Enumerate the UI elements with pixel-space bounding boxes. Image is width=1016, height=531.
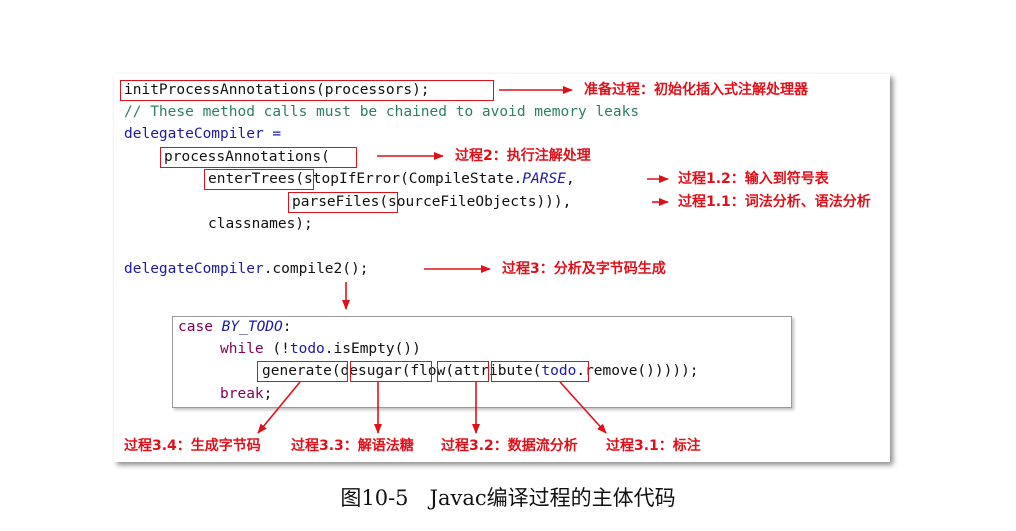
label-process33: 过程3.3：解语法糖 bbox=[291, 438, 414, 454]
label-process34: 过程3.4：生成字节码 bbox=[124, 438, 261, 454]
code-line-comment: // These method calls must be chained to… bbox=[124, 104, 640, 120]
highlight-process-annotations bbox=[160, 147, 357, 168]
code-line-delegate: delegateCompiler = bbox=[124, 126, 282, 142]
highlight-generate bbox=[257, 361, 348, 382]
label-process11: 过程1.1：词法分析、语法分析 bbox=[678, 194, 871, 210]
inner-line-case: case BY_TODO: bbox=[178, 319, 292, 335]
highlight-flow bbox=[437, 361, 489, 382]
label-process31: 过程3.1：标注 bbox=[606, 438, 701, 454]
label-process2: 过程2：执行注解处理 bbox=[455, 148, 591, 164]
code-line-compile2: delegateCompiler.compile2(); bbox=[124, 261, 369, 277]
figure-caption: 图10-5 Javac编译过程的主体代码 bbox=[340, 486, 676, 510]
highlight-enter-trees bbox=[204, 169, 314, 190]
label-prepare: 准备过程：初始化插入式注解处理器 bbox=[584, 82, 808, 98]
highlight-desugar bbox=[350, 361, 432, 382]
highlight-parse-files bbox=[288, 192, 398, 213]
highlight-init bbox=[120, 80, 494, 101]
label-process32: 过程3.2：数据流分析 bbox=[441, 438, 578, 454]
code-line-classnames: classnames); bbox=[208, 216, 313, 232]
inner-line-while: while (!todo.isEmpty()) bbox=[220, 341, 421, 357]
label-process12: 过程1.2：输入到符号表 bbox=[678, 171, 829, 187]
highlight-attribute bbox=[491, 361, 589, 382]
inner-line-break: break; bbox=[220, 386, 273, 402]
label-process3: 过程3：分析及字节码生成 bbox=[502, 261, 666, 277]
